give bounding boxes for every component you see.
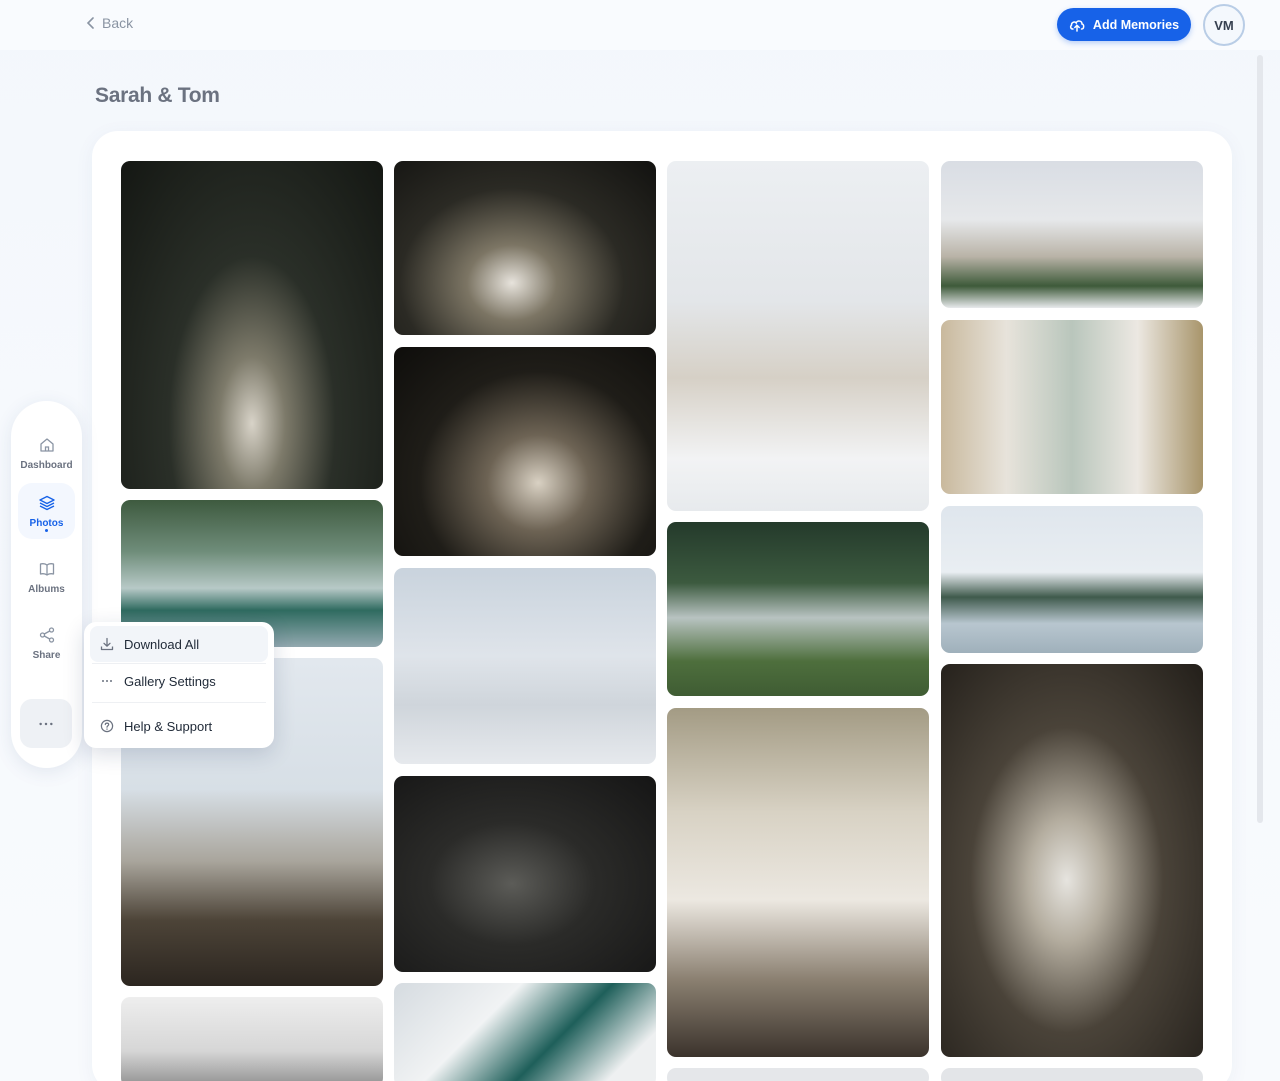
gallery-photo[interactable] xyxy=(941,320,1203,494)
scrollbar[interactable] xyxy=(1257,55,1263,823)
menu-item-gallery-settings[interactable]: Gallery Settings xyxy=(90,663,268,699)
add-memories-button[interactable]: Add Memories xyxy=(1057,8,1191,41)
book-icon xyxy=(39,562,54,576)
gallery-photo[interactable] xyxy=(394,983,656,1081)
more-button[interactable] xyxy=(20,699,72,748)
menu-item-help-support[interactable]: Help & Support xyxy=(90,708,268,744)
gallery-photo[interactable] xyxy=(121,997,383,1081)
active-indicator xyxy=(45,529,48,532)
gallery-photo[interactable] xyxy=(941,506,1203,653)
sidebar-item-label: Share xyxy=(32,649,61,661)
gallery-photo[interactable] xyxy=(941,1068,1203,1081)
gallery-photo[interactable] xyxy=(394,568,656,764)
layers-icon xyxy=(38,495,55,510)
menu-item-download-all[interactable]: Download All xyxy=(90,626,268,662)
sidebar-item-dashboard[interactable]: Dashboard xyxy=(18,425,75,481)
sidebar-item-photos[interactable]: Photos xyxy=(18,483,75,539)
avatar-initials: VM xyxy=(1214,17,1234,33)
gallery-photo[interactable] xyxy=(667,522,929,696)
sidebar-item-label: Albums xyxy=(28,583,65,595)
chevron-left-icon xyxy=(86,17,94,29)
sidebar-item-label: Photos xyxy=(29,517,64,529)
top-bar: Back Add Memories VM xyxy=(0,0,1280,50)
menu-divider xyxy=(92,702,266,703)
gallery-photo[interactable] xyxy=(667,1068,929,1081)
gallery-photo[interactable] xyxy=(667,161,929,511)
cloud-upload-icon xyxy=(1069,19,1085,32)
download-icon xyxy=(100,637,114,651)
home-icon xyxy=(39,437,54,452)
more-menu: Download All Gallery Settings Help & Sup… xyxy=(84,622,274,748)
more-icon xyxy=(39,722,53,725)
gallery-photo[interactable] xyxy=(121,161,383,489)
back-link[interactable]: Back xyxy=(86,15,133,31)
back-label: Back xyxy=(102,15,134,31)
gallery-photo[interactable] xyxy=(394,161,656,335)
add-memories-label: Add Memories xyxy=(1092,17,1180,32)
gallery-photo[interactable] xyxy=(394,776,656,972)
help-icon xyxy=(100,719,114,733)
menu-item-label: Gallery Settings xyxy=(124,673,216,689)
gallery-photo[interactable] xyxy=(941,664,1203,1057)
gallery-photo[interactable] xyxy=(394,347,656,556)
share-icon xyxy=(39,626,54,643)
menu-item-label: Download All xyxy=(124,636,200,652)
sidebar-item-albums[interactable]: Albums xyxy=(18,549,75,605)
ellipsis-icon xyxy=(102,680,112,682)
gallery-photo[interactable] xyxy=(667,708,929,1057)
sidebar-item-share[interactable]: Share xyxy=(18,615,75,671)
page-title: Sarah & Tom xyxy=(95,84,220,107)
menu-item-label: Help & Support xyxy=(124,718,213,734)
avatar[interactable]: VM xyxy=(1203,4,1245,46)
sidebar-item-label: Dashboard xyxy=(20,459,73,471)
gallery-photo[interactable] xyxy=(941,161,1203,308)
